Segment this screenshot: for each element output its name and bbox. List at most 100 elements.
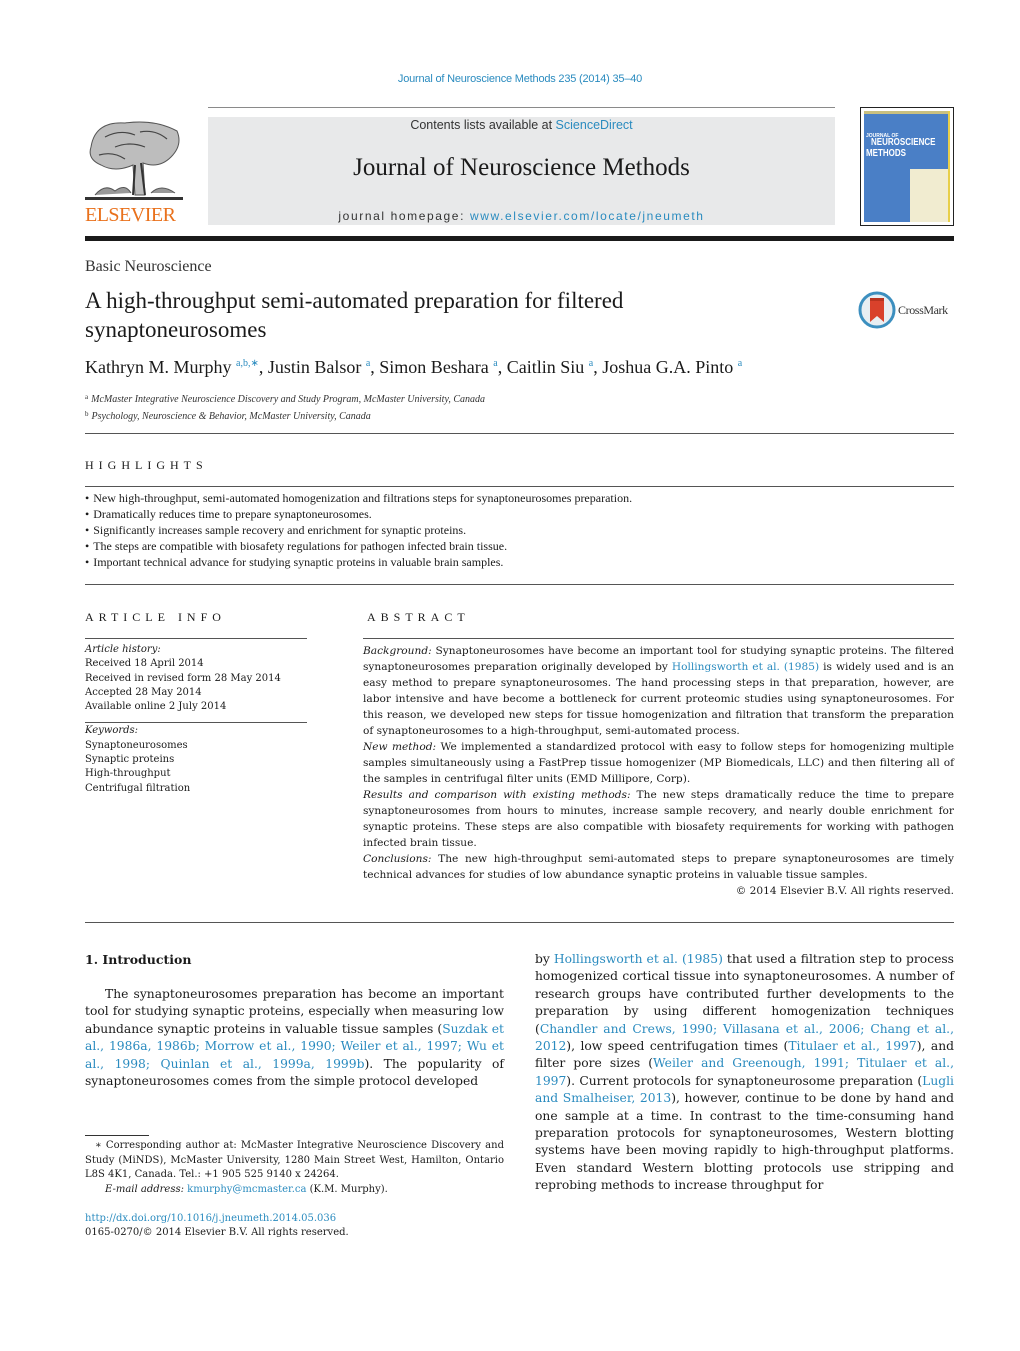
email-label: E-mail address:	[105, 1183, 184, 1195]
affiliation-text: McMaster Integrative Neuroscience Discov…	[91, 394, 486, 405]
affiliation-list: a McMaster Integrative Neuroscience Disco…	[85, 390, 485, 424]
abstract-background: Background: Synaptoneurosomes have becom…	[363, 643, 954, 739]
article-info: Article history: Received 18 April 2014 R…	[85, 643, 307, 796]
intro-paragraph-1-cont: by Hollingsworth et al. (1985) that used…	[535, 951, 954, 1195]
keywords-label: Keywords:	[85, 725, 139, 737]
history-entry: Received in revised form 28 May 2014	[85, 672, 281, 684]
homepage-line: journal homepage: www.elsevier.com/locat…	[208, 209, 835, 223]
author-name: Caitlin Siu	[506, 357, 585, 377]
abstract-conclusions: Conclusions: The new high-throughput sem…	[363, 851, 954, 883]
abstract-new-method: New method: We implemented a standardize…	[363, 739, 954, 787]
contents-line: Contents lists available at ScienceDirec…	[208, 118, 835, 132]
article-info-heading: ARTICLE INFO	[85, 610, 226, 624]
crossmark-badge[interactable]: CrossMark	[858, 291, 958, 331]
issn-copyright: 0165-0270/© 2014 Elsevier B.V. All right…	[85, 1227, 349, 1238]
intro-text: ), low speed centrifugation times (	[566, 1039, 789, 1054]
email-suffix: (K.M. Murphy).	[306, 1183, 388, 1195]
history-entry: Received 18 April 2014	[85, 658, 204, 670]
highlights-list: New high-throughput, semi-automated homo…	[85, 490, 632, 570]
article-history-label: Article history:	[85, 644, 161, 655]
history-entry: Available online 2 July 2014	[85, 701, 227, 713]
corresponding-author-note: ∗ Corresponding author at: McMaster Inte…	[85, 1140, 504, 1180]
citation-link[interactable]: Hollingsworth et al. (1985)	[554, 952, 723, 966]
intro-text: ). Current protocols for synaptoneurosom…	[566, 1073, 923, 1088]
journal-homepage-link[interactable]: www.elsevier.com/locate/jneumeth	[470, 209, 705, 223]
abstract-heading: ABSTRACT	[367, 610, 470, 624]
journal-citation-link[interactable]: Journal of Neuroscience Methods 235 (201…	[0, 73, 1020, 85]
header-thick-rule	[85, 236, 954, 241]
highlight-item: The steps are compatible with biosafety …	[85, 538, 632, 554]
homepage-prefix: journal homepage:	[338, 209, 470, 223]
author-list: Kathryn M. Murphy a,b,∗, Justin Balsor a…	[85, 357, 742, 378]
affiliation-key: b	[85, 410, 89, 418]
history-entry: Accepted 28 May 2014	[85, 686, 202, 698]
keyword-item: Centrifugal filtration	[85, 782, 191, 794]
crossmark-icon	[858, 291, 896, 329]
journal-masthead: Contents lists available at ScienceDirec…	[208, 117, 835, 225]
footnote-rule	[85, 1135, 149, 1136]
author-separator: ,	[593, 357, 603, 377]
intro-text: ), however, continue to be done by hand …	[535, 1091, 954, 1193]
author-affiliation-marker[interactable]: a,b,∗	[236, 358, 259, 369]
abstract-results: Results and comparison with existing met…	[363, 787, 954, 851]
elsevier-wordmark: ELSEVIER	[85, 204, 176, 226]
highlight-item: Dramatically reduces time to prepare syn…	[85, 506, 632, 522]
abstract-copyright: © 2014 Elsevier B.V. All rights reserved…	[735, 885, 954, 897]
highlights-top-rule	[85, 486, 954, 487]
affiliation-text: Psychology, Neuroscience & Behavior, McM…	[91, 411, 371, 422]
doi-link[interactable]: http://dx.doi.org/10.1016/j.jneumeth.201…	[85, 1212, 336, 1227]
intro-text: by	[535, 952, 554, 966]
header-top-rule	[208, 107, 835, 108]
author-name: Kathryn M. Murphy	[85, 357, 232, 377]
keyword-item: Synaptic proteins	[85, 754, 175, 766]
cover-line-3: METHODS	[866, 148, 906, 159]
crossmark-label: CrossMark	[898, 303, 948, 317]
divider	[85, 433, 954, 434]
keyword-item: High-throughput	[85, 768, 171, 780]
highlight-item: New high-throughput, semi-automated homo…	[85, 490, 632, 506]
background-label: Background:	[363, 645, 432, 657]
cover-top-band	[864, 111, 950, 114]
author-name: Joshua G.A. Pinto	[602, 357, 734, 377]
author-separator: ,	[370, 357, 380, 377]
abstract-bottom-rule	[85, 922, 954, 923]
highlight-item: Significantly increases sample recovery …	[85, 522, 632, 538]
introduction-heading: 1. Introduction	[85, 952, 192, 967]
email-note: E-mail address: kmurphy@mcmaster.ca (K.M…	[85, 1183, 504, 1198]
keywords-rule	[85, 722, 307, 724]
article-title: A high-throughput semi-automated prepara…	[85, 288, 624, 342]
footnote: ∗ Corresponding author at: McMaster Inte…	[85, 1139, 504, 1197]
abstract-rule	[363, 638, 954, 639]
author-name: Justin Balsor	[267, 357, 362, 377]
highlight-item: Important technical advance for studying…	[85, 554, 632, 570]
new-method-label: New method:	[363, 741, 437, 753]
contents-prefix: Contents lists available at	[410, 118, 556, 132]
affiliation-item: b Psychology, Neuroscience & Behavior, Mc…	[85, 407, 485, 424]
keywords-list: Synaptoneurosomes Synaptic proteins High-t…	[85, 739, 307, 796]
article-info-rule	[85, 638, 307, 639]
author-separator: ,	[497, 357, 507, 377]
article-section-label: Basic Neuroscience	[85, 258, 212, 275]
new-method-text: We implemented a standardized protocol w…	[363, 741, 954, 785]
body-column-right: by Hollingsworth et al. (1985) that used…	[535, 951, 954, 1195]
elsevier-logo[interactable]: ELSEVIER	[85, 117, 185, 229]
intro-paragraph-1: The synaptoneurosomes preparation has be…	[85, 986, 504, 1090]
conclusions-text: The new high-throughput semi-automated s…	[363, 853, 954, 881]
citation-link[interactable]: Titulaer et al., 1997	[788, 1039, 916, 1053]
affiliation-item: a McMaster Integrative Neuroscience Disco…	[85, 390, 485, 407]
affiliation-key: a	[85, 393, 89, 401]
cover-edge-stripe	[948, 111, 950, 222]
abstract-body: Background: Synaptoneurosomes have becom…	[363, 643, 954, 899]
journal-cover-thumbnail[interactable]: JOURNAL OF NEUROSCIENCE METHODS	[860, 107, 954, 226]
keyword-item: Synaptoneurosomes	[85, 739, 188, 751]
highlights-bottom-rule	[85, 584, 954, 585]
results-label: Results and comparison with existing met…	[363, 789, 631, 801]
author-affiliation-marker[interactable]: a	[738, 358, 742, 369]
hollingsworth-citation-link[interactable]: Hollingsworth et al. (1985)	[672, 661, 819, 673]
email-link[interactable]: kmurphy@mcmaster.ca	[187, 1184, 306, 1195]
journal-title: Journal of Neuroscience Methods	[353, 154, 690, 181]
cover-image: JOURNAL OF NEUROSCIENCE METHODS	[864, 111, 950, 222]
sciencedirect-link[interactable]: ScienceDirect	[556, 118, 633, 132]
cover-line-2: NEUROSCIENCE	[871, 137, 936, 148]
author-separator: ,	[258, 357, 268, 377]
